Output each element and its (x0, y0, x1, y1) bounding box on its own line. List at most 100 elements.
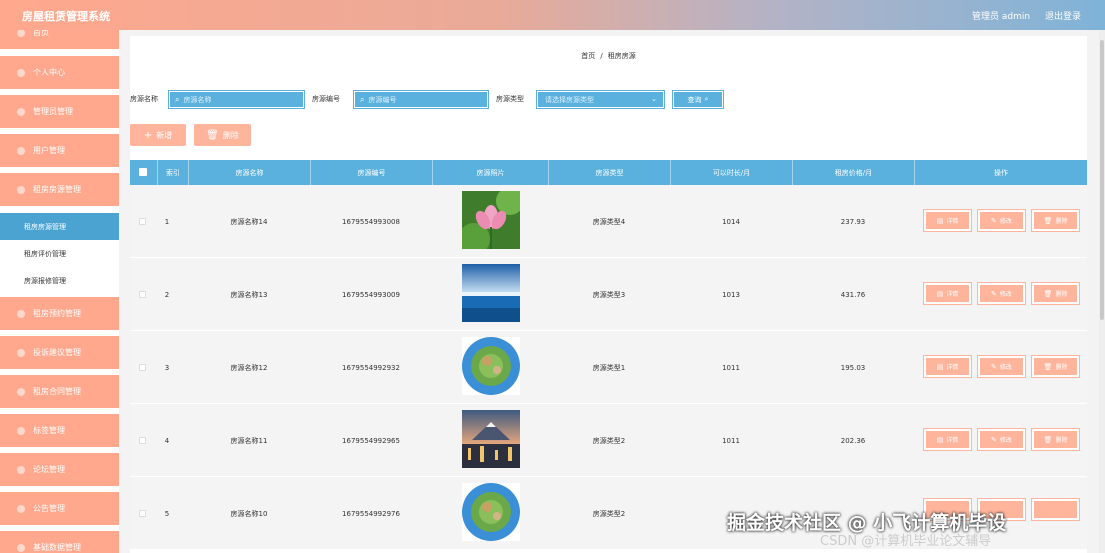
delete-button[interactable]: 🗑 删除 (1031, 355, 1080, 378)
sidebar-item-notices[interactable]: 公告管理 (0, 492, 119, 526)
cell-price: 195.03 (840, 363, 866, 372)
detail-icon: ▤ (936, 289, 944, 298)
admin-icon (17, 107, 25, 116)
app-title: 房屋租赁管理系统 (22, 10, 110, 23)
delete-label: 删除 (1055, 437, 1068, 444)
cell-index: 5 (164, 509, 170, 518)
cell-index: 2 (164, 290, 170, 299)
cell-duration: 1013 (722, 290, 740, 299)
main-content: 首页 / 租房房源 房源名称 ⌕ 房源名称 房源编号 ⌕ 房源编号 房源类型 请选择房源… (130, 36, 1087, 553)
listing-photo-tiny-planet[interactable] (462, 483, 520, 541)
admin-user[interactable]: 管理员 admin (972, 9, 1030, 22)
sidebar-subitem-reviews[interactable]: 租房评价管理 (0, 240, 119, 267)
sidebar-item-profile[interactable]: 个人中心 (0, 56, 119, 90)
chat-icon (17, 465, 25, 474)
detail-button[interactable]: ▤ 详情 (923, 209, 972, 232)
sidebar-item-label: 首页 (33, 30, 49, 37)
cell-code: 1679554992976 (342, 509, 400, 518)
code-filter-label: 房源编号 (312, 95, 340, 103)
plus-icon: + (143, 129, 153, 141)
trash-icon: 🗑 (206, 129, 219, 141)
delete-button[interactable]: 🗑 删除 (1031, 282, 1080, 305)
detail-label: 详情 (946, 437, 959, 444)
query-button[interactable]: 查询 ⌕ (672, 90, 724, 109)
sidebar-item-complaints[interactable]: 投诉建议管理 (0, 336, 119, 370)
edit-button[interactable]: ✎ 修改 (977, 355, 1026, 378)
user-icon (17, 68, 25, 77)
row-checkbox[interactable] (139, 437, 146, 444)
cell-name: 房源名称13 (230, 290, 268, 299)
sidebar-item-label: 租房房源管理 (33, 185, 81, 194)
table-row: 2 房源名称13 1679554993009 房源类型3 1013 431.76… (130, 258, 1087, 331)
name-search-input[interactable]: ⌕ 房源名称 (168, 90, 305, 109)
edit-label: 修改 (999, 364, 1012, 371)
trash-icon: 🗑 (1043, 435, 1053, 444)
listing-photo-mountain-city[interactable] (462, 410, 520, 468)
search-icon: ⌕ (175, 94, 180, 104)
cell-code: 1679554993008 (342, 217, 400, 226)
pencil-icon: ✎ (991, 216, 997, 225)
column-header: 房源编号 (310, 160, 432, 185)
batch-delete-button[interactable]: 🗑 删除 (194, 124, 251, 146)
sidebar-item-home[interactable]: 首页 (0, 30, 119, 50)
sidebar-item-users[interactable]: 用户管理 (0, 134, 119, 168)
row-checkbox[interactable] (139, 291, 146, 298)
detail-button[interactable]: ▤ 详情 (923, 428, 972, 451)
delete-button[interactable]: 🗑 删除 (1031, 209, 1080, 232)
delete-button[interactable]: 🗑 删除 (1031, 428, 1080, 451)
delete-button[interactable] (1031, 498, 1080, 521)
select-all-checkbox[interactable] (139, 168, 147, 176)
edit-button[interactable]: ✎ 修改 (977, 428, 1026, 451)
sidebar-item-forum[interactable]: 论坛管理 (0, 453, 119, 487)
add-button[interactable]: + 新增 (130, 124, 186, 146)
detail-icon: ▤ (936, 362, 944, 371)
listing-photo-ocean[interactable] (462, 264, 520, 322)
listing-photo-tiny-planet[interactable] (462, 337, 520, 395)
cell-type: 房源类型4 (592, 217, 626, 226)
sidebar-item-tags[interactable]: 标签管理 (0, 414, 119, 448)
edit-button[interactable]: ✎ 修改 (977, 209, 1026, 232)
users-icon (17, 146, 25, 155)
cell-code: 1679554992965 (342, 436, 400, 445)
cell-type: 房源类型3 (592, 290, 626, 299)
sidebar-item-listings[interactable]: 租房房源管理 (0, 173, 119, 207)
bell-icon (17, 504, 25, 513)
row-checkbox[interactable] (139, 364, 146, 371)
cell-duration: 1014 (722, 217, 740, 226)
code-search-input[interactable]: ⌕ 房源编号 (353, 90, 489, 109)
sidebar-subitem-repairs[interactable]: 房源报修管理 (0, 267, 119, 294)
detail-button[interactable]: ▤ 详情 (923, 355, 972, 378)
cell-index: 1 (164, 217, 170, 226)
pencil-icon: ✎ (991, 289, 997, 298)
detail-button[interactable]: ▤ 详情 (923, 282, 972, 305)
listing-photo-lotus[interactable] (462, 191, 520, 249)
sidebar-item-reservations[interactable]: 租房预约管理 (0, 297, 119, 331)
sidebar-subitem-listings[interactable]: 租房房源管理 (0, 213, 119, 240)
edit-button[interactable]: ✎ 修改 (977, 282, 1026, 305)
row-checkbox[interactable] (139, 218, 146, 225)
trash-icon: 🗑 (1043, 289, 1053, 298)
delete-button-label: 删除 (222, 130, 239, 140)
sidebar-item-label: 公告管理 (33, 504, 65, 513)
row-checkbox[interactable] (139, 510, 146, 517)
table-header: 索引 房源名称 房源编号 房源照片 房源类型 可以时长/月 租房价格/月 操作 (130, 160, 1087, 185)
sidebar-item-base-data[interactable]: 基础数据管理 (0, 531, 119, 553)
sidebar-item-contracts[interactable]: 租房合同管理 (0, 375, 119, 409)
detail-label: 详情 (946, 218, 959, 225)
pencil-icon: ✎ (991, 362, 997, 371)
delete-label: 删除 (1055, 291, 1068, 298)
sidebar-item-label: 标签管理 (33, 426, 65, 435)
logout-link[interactable]: 退出登录 (1045, 9, 1081, 22)
sidebar-item-label: 租房合同管理 (33, 387, 81, 396)
breadcrumb-home[interactable]: 首页 (581, 52, 595, 60)
home-icon (17, 30, 25, 37)
column-header: 房源类型 (548, 160, 670, 185)
type-select[interactable]: 请选择房源类型 ⌄ (536, 90, 665, 109)
cell-duration: 1011 (722, 363, 740, 372)
column-header: 房源名称 (188, 160, 310, 185)
sidebar-item-admins[interactable]: 管理员管理 (0, 95, 119, 129)
scrollbar-thumb[interactable] (1100, 40, 1104, 320)
column-header: 索引 (157, 160, 188, 185)
cell-price: 237.93 (840, 217, 866, 226)
sidebar-item-label: 基础数据管理 (33, 543, 81, 552)
